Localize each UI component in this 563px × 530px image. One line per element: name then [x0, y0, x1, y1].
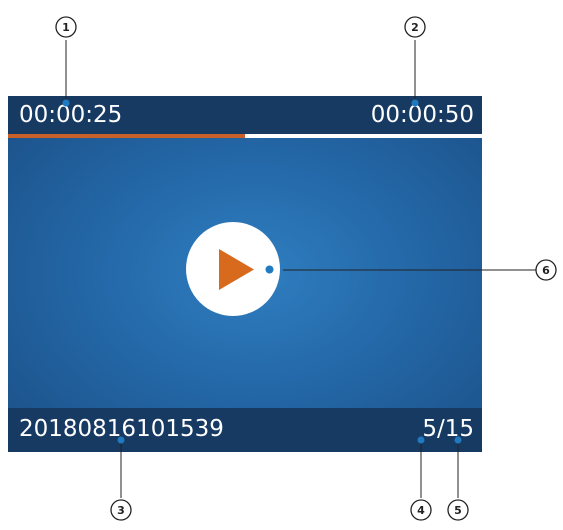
callout-2: 2	[404, 16, 426, 38]
callout-5: 5	[447, 499, 469, 521]
callout-6: 6	[535, 259, 557, 281]
play-button[interactable]	[186, 222, 280, 316]
callout-3: 3	[110, 499, 132, 521]
elapsed-time: 00:00:25	[19, 102, 123, 128]
time-bar: 00:00:25 00:00:50	[8, 96, 482, 134]
video-player-screen: 00:00:25 00:00:50 20180816101539 5/15	[8, 96, 482, 452]
callout-number: 6	[542, 264, 550, 277]
callout-1: 1	[55, 16, 77, 38]
callout-number: 4	[417, 504, 425, 517]
callout-4: 4	[410, 499, 432, 521]
file-counter: 5/15	[422, 416, 474, 442]
callout-number: 5	[454, 504, 462, 517]
callout-number: 2	[411, 21, 419, 34]
callout-number: 3	[117, 504, 125, 517]
callout-number: 1	[62, 21, 70, 34]
play-icon	[219, 249, 274, 290]
progress-bar-fill	[8, 134, 245, 138]
file-info-bar: 20180816101539 5/15	[8, 408, 482, 452]
total-time: 00:00:50	[370, 102, 474, 128]
progress-bar[interactable]	[8, 134, 482, 138]
file-name: 20180816101539	[19, 416, 224, 442]
